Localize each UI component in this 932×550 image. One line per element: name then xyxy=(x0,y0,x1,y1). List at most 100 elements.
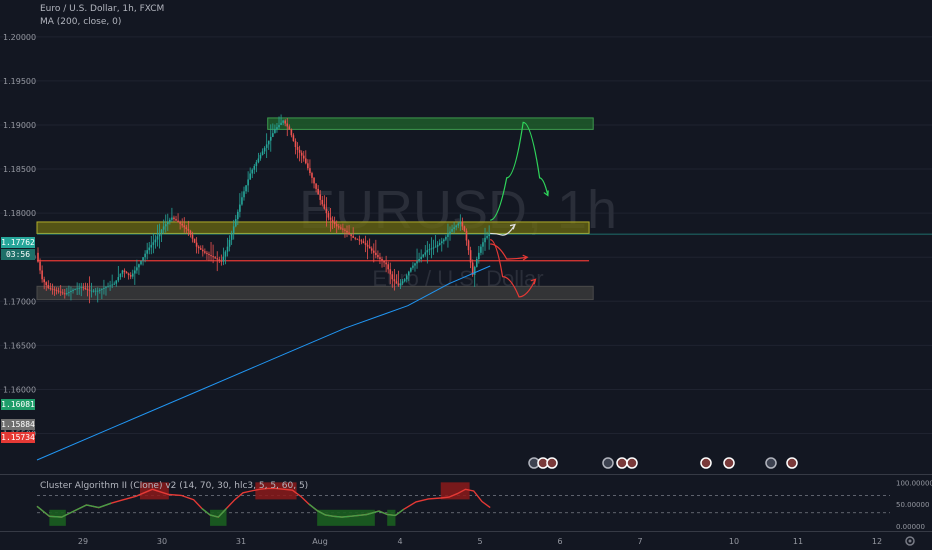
candle-body xyxy=(387,264,389,270)
event-flag-icon[interactable] xyxy=(626,457,638,469)
candle-body xyxy=(484,237,486,243)
candle-body xyxy=(286,123,289,127)
candle-body xyxy=(232,226,235,234)
candle-body xyxy=(183,225,186,228)
candle-body xyxy=(307,163,309,169)
candle-body xyxy=(465,230,468,241)
indicator-legend[interactable]: Cluster Algorithm II (Clone) v2 (14, 70,… xyxy=(40,481,308,491)
candle-body xyxy=(76,288,78,290)
event-flag-icon[interactable] xyxy=(700,457,712,469)
candle-body xyxy=(119,273,122,278)
candle-body xyxy=(39,261,41,271)
candle-body xyxy=(202,249,204,252)
candle-body xyxy=(463,226,466,231)
candle-body xyxy=(473,266,476,275)
candle-body xyxy=(440,241,443,244)
candle-body xyxy=(434,246,437,248)
candle-body xyxy=(445,236,447,240)
event-flag-icon[interactable] xyxy=(765,457,777,469)
candle-body xyxy=(101,288,103,290)
candle-body xyxy=(410,267,412,272)
candle-body xyxy=(199,248,202,250)
candle-body xyxy=(84,288,87,289)
candle-body xyxy=(325,208,328,214)
candle-body xyxy=(340,227,342,229)
candle-body xyxy=(125,271,128,274)
candle-body xyxy=(370,248,373,251)
candle-body xyxy=(216,258,219,260)
chart-stage[interactable]: 1.200001.195001.190001.185001.180001.175… xyxy=(0,0,932,550)
candle-body xyxy=(296,147,299,150)
time-tick-label: 5 xyxy=(477,537,482,546)
candle-body xyxy=(131,273,134,277)
event-flag-icon[interactable] xyxy=(723,457,735,469)
candle-body xyxy=(280,122,282,125)
candle-body xyxy=(150,244,153,248)
candle-body xyxy=(171,217,173,220)
candle-body xyxy=(222,256,225,262)
price-tick-label: 1.16000 xyxy=(3,385,36,394)
candle-body xyxy=(82,287,85,289)
candle-body xyxy=(109,285,111,287)
level-badge-gray: 1.15884 xyxy=(1,419,35,430)
candle-body xyxy=(247,179,249,186)
candle-body xyxy=(418,258,420,262)
candle-body xyxy=(377,255,379,258)
middle-zone xyxy=(36,221,590,234)
candle-body xyxy=(426,250,429,253)
indicator-line-segment xyxy=(358,513,367,517)
candle-body xyxy=(214,257,216,259)
candle-body xyxy=(41,270,43,280)
time-tick-label: 7 xyxy=(637,537,642,546)
candle-body xyxy=(136,267,138,271)
candle-body xyxy=(53,289,56,291)
candle-body xyxy=(329,217,332,220)
candle-body xyxy=(146,250,148,254)
candle-body xyxy=(300,152,303,156)
candle-body xyxy=(249,173,251,180)
oversold-block xyxy=(317,509,375,526)
candle-body xyxy=(317,188,319,195)
time-tick-label: 29 xyxy=(78,537,88,546)
candle-body xyxy=(416,261,418,264)
event-flag-icon[interactable] xyxy=(546,457,558,469)
candle-body xyxy=(72,289,74,291)
candle-body xyxy=(74,289,76,290)
candle-body xyxy=(395,281,398,284)
candle-body xyxy=(313,177,315,184)
symbol-legend[interactable]: Euro / U.S. Dollar, 1h, FXCM xyxy=(40,4,164,14)
event-flag-icon[interactable] xyxy=(616,457,628,469)
candle-body xyxy=(267,140,270,145)
candle-body xyxy=(234,219,237,227)
candle-body xyxy=(96,290,99,292)
candle-body xyxy=(486,236,488,238)
candle-body xyxy=(274,129,276,134)
candle-body xyxy=(405,275,408,280)
candle-body xyxy=(121,270,124,274)
candle-body xyxy=(331,219,334,222)
candle-body xyxy=(422,254,425,257)
candle-body xyxy=(78,287,80,289)
candle-body xyxy=(461,221,464,227)
indicator-line-segment xyxy=(350,514,359,517)
candle-body xyxy=(117,277,120,281)
candle-body xyxy=(344,229,346,231)
candle-body xyxy=(424,252,427,255)
indicator-line-segment xyxy=(387,513,396,517)
countdown-badge: 03:56 xyxy=(1,249,35,260)
oversold-block xyxy=(49,509,66,526)
candle-body xyxy=(354,237,357,239)
event-flag-icon[interactable] xyxy=(602,457,614,469)
time-tick-label: 31 xyxy=(236,537,246,546)
candle-body xyxy=(447,234,449,237)
time-tick-label: 11 xyxy=(793,537,803,546)
candle-body xyxy=(191,234,194,239)
candle-body xyxy=(51,288,54,290)
candle-body xyxy=(37,252,39,262)
event-flag-icon[interactable] xyxy=(786,457,798,469)
candle-body xyxy=(276,127,278,130)
ma-legend[interactable]: MA (200, close, 0) xyxy=(40,17,121,27)
indicator-line-segment xyxy=(49,515,62,518)
price-tick-label: 1.19500 xyxy=(3,77,36,86)
candle-body xyxy=(162,226,165,230)
